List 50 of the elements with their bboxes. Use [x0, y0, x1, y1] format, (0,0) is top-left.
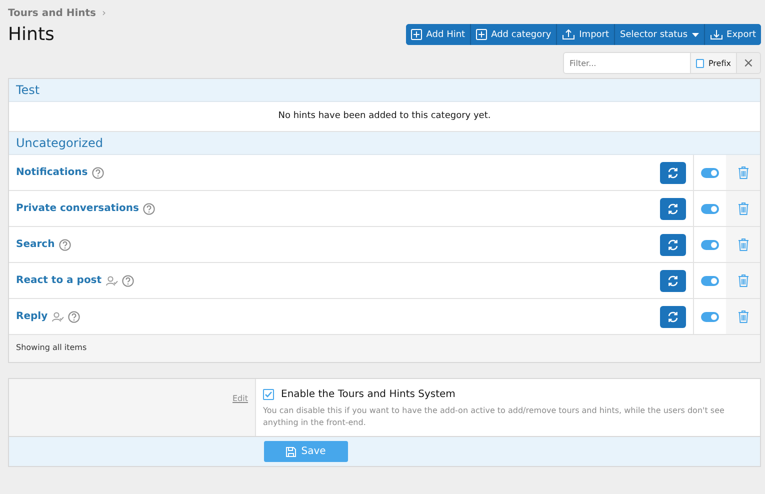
option-hint: You can disable this if you want to have the add-on active to add/remove tours and hints, while the users don't see anything in the front-end. [263, 405, 726, 429]
toggle-switch[interactable] [701, 276, 719, 286]
category-header: Uncategorized [9, 132, 760, 155]
category-header: Test [9, 79, 760, 102]
caret-icon [692, 32, 699, 36]
hint-link[interactable]: Private conversations [16, 203, 139, 214]
filter-field[interactable]: Filter... [562, 52, 690, 74]
toggle-switch[interactable] [701, 168, 719, 178]
help-icon[interactable] [68, 310, 80, 322]
trash-icon[interactable] [738, 274, 748, 287]
refresh-button[interactable] [660, 270, 686, 292]
refresh-button[interactable] [660, 234, 686, 256]
trash-icon[interactable] [738, 166, 748, 179]
refresh-icon [667, 238, 679, 250]
help-icon[interactable] [143, 202, 155, 214]
help-icon[interactable] [92, 166, 104, 178]
hint-link[interactable]: Reply [16, 311, 48, 322]
plus-icon [411, 29, 422, 40]
trash-icon[interactable] [738, 238, 748, 251]
trash-icon[interactable] [738, 202, 748, 215]
refresh-button[interactable] [660, 162, 686, 184]
trash-icon[interactable] [738, 310, 748, 323]
breadcrumb-link[interactable]: Tours and Hints [8, 8, 96, 18]
help-icon[interactable] [58, 238, 71, 250]
refresh-icon [667, 202, 679, 214]
enable-checkbox[interactable]: Enable the Tours and Hints System [263, 389, 752, 400]
page-title: Hints [8, 24, 54, 45]
refresh-button[interactable] [660, 306, 686, 328]
refresh-button[interactable] [660, 198, 686, 220]
refresh-icon [667, 310, 679, 322]
plus-icon [476, 29, 488, 40]
toolbar-button[interactable]: Add Hint [406, 24, 472, 45]
breadcrumb-separator: › [102, 8, 106, 18]
hint-link[interactable]: Search [16, 239, 55, 250]
help-icon[interactable] [122, 274, 134, 286]
save-button[interactable]: Save [264, 441, 348, 462]
hint-link[interactable]: React to a post [16, 275, 102, 286]
edit-link[interactable]: Edit [232, 394, 248, 403]
refresh-icon [667, 166, 679, 178]
toggle-switch[interactable] [701, 312, 719, 322]
refresh-icon [667, 274, 679, 286]
prefix-checkbox[interactable]: Prefix [690, 52, 737, 74]
upload-icon [562, 29, 576, 40]
toggle-switch[interactable] [701, 240, 719, 250]
save-icon [286, 446, 296, 456]
list-footer: Showing all items [9, 335, 760, 362]
toggle-switch[interactable] [701, 204, 719, 214]
clear-button[interactable]: × [737, 52, 761, 74]
download-icon [710, 29, 723, 40]
hint-link[interactable]: Notifications [16, 167, 88, 178]
